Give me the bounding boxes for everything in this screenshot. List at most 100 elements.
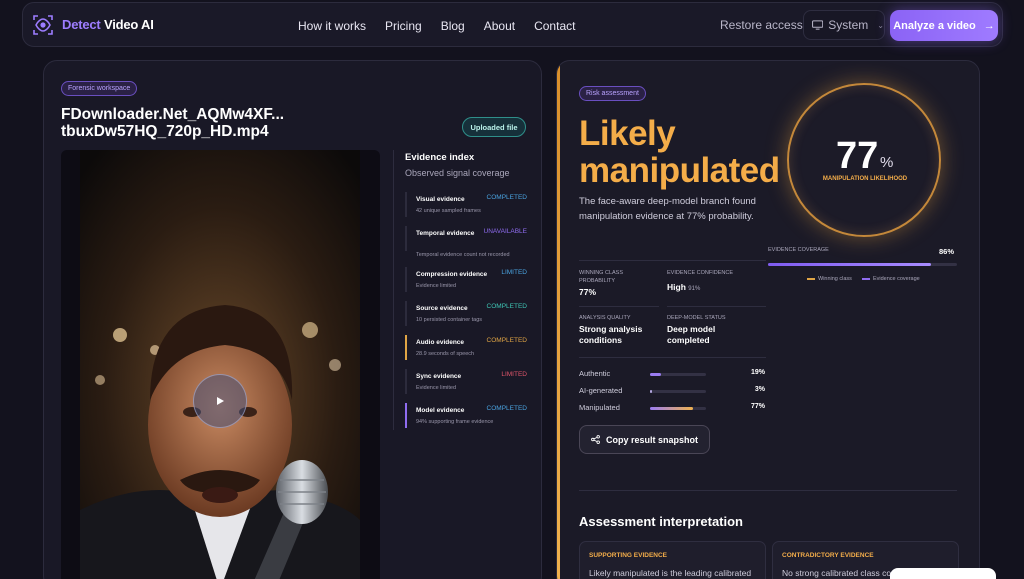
evidence-item-detail: Evidence limited [416,283,457,289]
monitor-icon [812,20,824,30]
verdict-line1: Likely [579,114,676,153]
evidence-item-bar [405,226,407,251]
nav-links: How it works Pricing Blog About Contact [298,3,594,48]
evidence-item-status: COMPLETED [486,194,527,201]
file-name: FDownloader.Net_AQMw4XF... tbuxDw57HQ_72… [61,106,321,140]
top-navbar: Detect Video AI How it works Pricing Blo… [22,2,1003,47]
evidence-coverage-bar [768,263,957,266]
legend-evidence-coverage: Evidence coverage [861,276,920,282]
divider [579,490,957,491]
nav-contact[interactable]: Contact [534,19,575,33]
uploaded-file-badge: Uploaded file [462,117,526,137]
evidence-item-bar [405,335,407,360]
evidence-item-compression[interactable]: Compression evidence LIMITED Evidence li… [405,267,527,297]
contradictory-evidence-text: No strong calibrated class co [782,568,892,578]
risk-assessment-panel: Risk assessment Likely manipulated The f… [556,60,980,579]
chevron-down-icon: ⌄ [877,20,884,30]
evidence-item-name: Source evidence [416,305,468,312]
brand[interactable]: Detect Video AI [32,14,154,36]
toast-popup[interactable] [890,568,996,579]
forensic-workspace-panel: Forensic workspace FDownloader.Net_AQMw4… [43,60,542,579]
copy-result-snapshot-label: Copy result snapshot [605,434,698,445]
stat-analysis-quality: ANALYSIS QUALITY Strong analysis conditi… [579,315,643,345]
evidence-item-name: Compression evidence [416,271,488,278]
divider [667,306,766,307]
legend-winning-class: Winning class [807,276,852,282]
contradictory-evidence-header: CONTRADICTORY EVIDENCE [782,552,874,559]
evidence-item-bar [405,192,407,217]
video-frame-image [80,150,360,579]
supporting-evidence-text: Likely manipulated is the leading calibr… [589,568,752,578]
eye-scan-icon [33,14,53,35]
evidence-item-audio[interactable]: Audio evidence COMPLETED 28.9 seconds of… [405,335,527,365]
probability-authentic: Authentic 19% [579,369,765,378]
evidence-index-title: Evidence index [405,152,475,163]
verdict-line2: manipulated [579,151,780,190]
theme-selector-label: System [828,18,869,32]
divider [579,357,766,358]
nav-pricing[interactable]: Pricing [385,19,422,33]
verdict-description: The face-aware deep-model branch found m… [579,196,756,222]
play-icon [217,397,224,405]
copy-result-snapshot-button[interactable]: Copy result snapshot [579,425,710,454]
evidence-item-status: UNAVAILABLE [483,228,527,235]
evidence-item-detail: 10 persisted container tags [416,317,483,323]
evidence-item-bar [405,267,407,292]
stat-winning-class-probability: WINNING CLASS PROBABILITY 77% [579,270,624,297]
divider [579,260,766,261]
supporting-evidence-header: SUPPORTING EVIDENCE [589,552,668,559]
probability-manipulated: Manipulated 77% [579,403,765,412]
supporting-evidence-card: SUPPORTING EVIDENCE Likely manipulated i… [579,541,766,579]
evidence-item-bar [405,369,407,394]
evidence-item-status: COMPLETED [486,303,527,310]
nav-how-it-works[interactable]: How it works [298,19,366,33]
probability-fill [650,407,694,410]
nav-about[interactable]: About [484,19,515,33]
evidence-item-status: LIMITED [501,269,527,276]
video-player[interactable] [61,150,380,579]
stat-evidence-confidence: EVIDENCE CONFIDENCE High 91% [667,270,734,292]
evidence-item-source[interactable]: Source evidence COMPLETED 10 persisted c… [405,301,527,331]
interpretation-title: Assessment interpretation [579,514,743,529]
evidence-item-name: Audio evidence [416,339,465,346]
evidence-item-status: COMPLETED [486,337,527,344]
analyze-video-button[interactable]: Analyze a video → [890,10,998,41]
brand-name: Detect Video AI [62,17,154,32]
evidence-item-name: Sync evidence [416,373,462,380]
probability-fill [650,373,661,376]
play-button[interactable] [193,374,247,428]
evidence-item-name: Visual evidence [416,196,465,203]
nav-blog[interactable]: Blog [441,19,465,33]
verdict-heading: Likely manipulated [579,115,780,189]
evidence-item-detail: 42 unique sampled frames [416,208,481,214]
gauge-label: MANIPULATION LIKELIHOOD [822,176,908,182]
restore-access-link[interactable]: Restore access [720,18,803,32]
share-icon [591,435,600,444]
evidence-item-temporal[interactable]: Temporal evidence UNAVAILABLE Temporal e… [405,226,527,258]
evidence-item-status: COMPLETED [486,405,527,412]
evidence-item-name: Temporal evidence [416,230,475,237]
evidence-coverage-value: 86% [939,247,955,256]
theme-selector[interactable]: System ⌄ [803,10,885,40]
evidence-item-detail: Evidence limited [416,385,457,391]
evidence-item-name: Model evidence [416,407,465,414]
stat-deep-model-status: DEEP-MODEL STATUS Deep model completed [667,315,726,345]
evidence-index: Evidence index Observed signal coverage … [393,150,533,430]
arrow-right-icon: → [983,19,995,32]
evidence-coverage-label: EVIDENCE COVERAGE [768,247,829,253]
analyze-video-label: Analyze a video [893,19,976,32]
evidence-item-detail: 94% supporting frame evidence [416,419,494,425]
probability-fill [650,390,652,393]
evidence-item-sync[interactable]: Sync evidence LIMITED Evidence limited [405,369,527,399]
gauge-unit: % [880,154,894,171]
evidence-item-model[interactable]: Model evidence COMPLETED 94% supporting … [405,403,527,433]
divider [579,306,659,307]
evidence-item-detail: Temporal evidence count not recorded [416,252,510,258]
gauge-value: 77 [836,135,879,177]
file-name-line2: tbuxDw57HQ_720p_HD.mp4 [61,123,269,140]
evidence-coverage-fill [768,263,931,266]
evidence-item-detail: 28.9 seconds of speech [416,351,475,357]
evidence-item-visual[interactable]: Visual evidence COMPLETED 42 unique samp… [405,192,527,222]
file-name-line1: FDownloader.Net_AQMw4XF... [61,106,285,123]
evidence-index-subtitle: Observed signal coverage [405,168,510,178]
